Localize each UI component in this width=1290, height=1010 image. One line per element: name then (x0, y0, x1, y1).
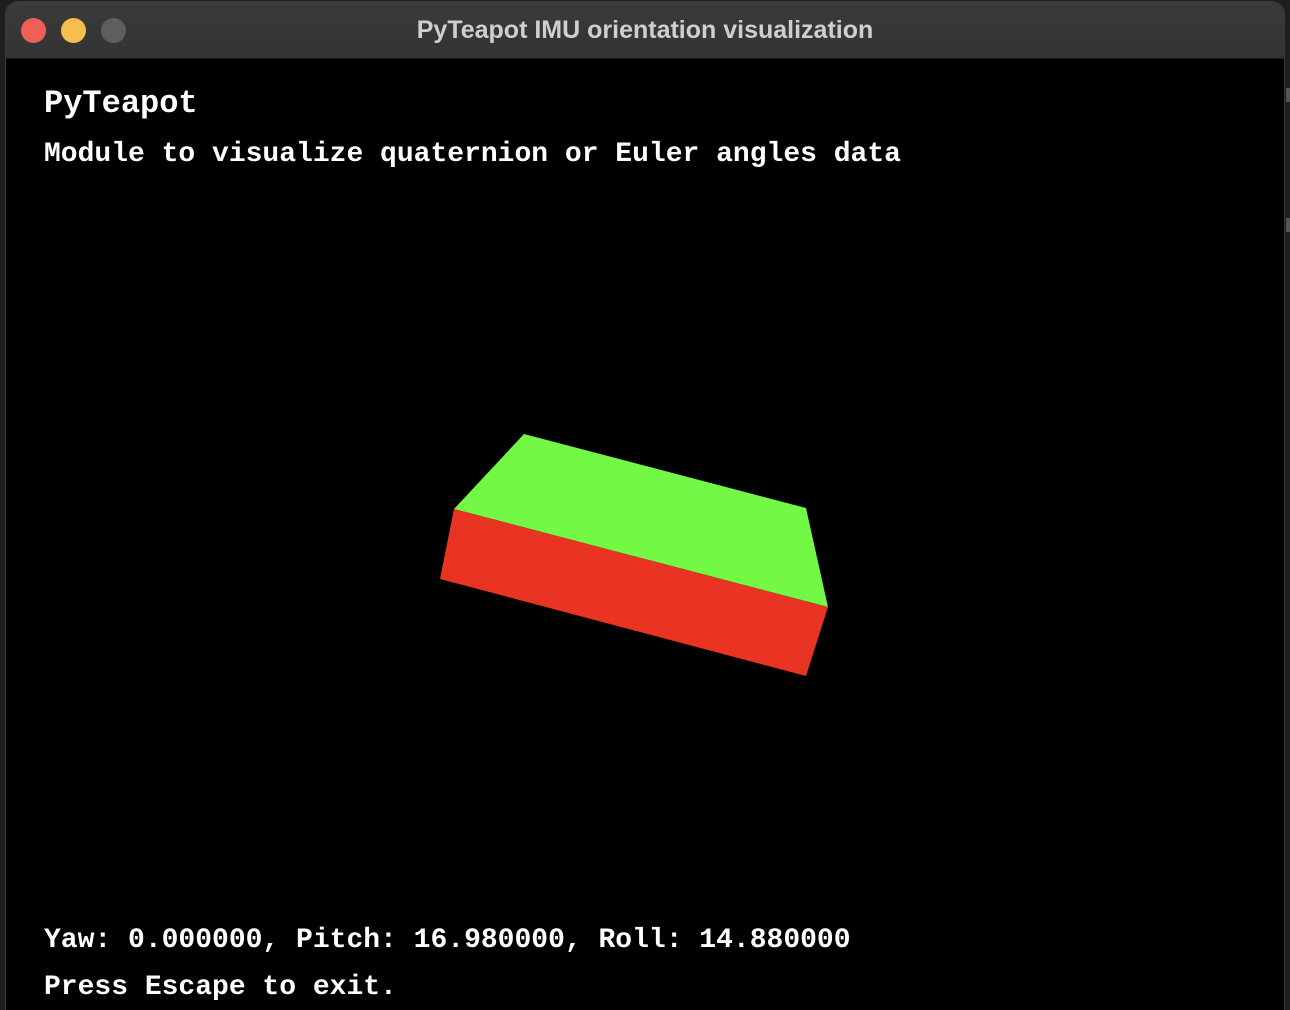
title-bar[interactable]: PyTeapot IMU orientation visualization (6, 2, 1284, 59)
euler-angles-readout: Yaw: 0.000000, Pitch: 16.980000, Roll: 1… (44, 925, 851, 956)
background-window-edge (1286, 218, 1290, 232)
exit-hint: Press Escape to exit. (44, 972, 397, 1003)
orientation-box (440, 434, 828, 676)
background-window-edge (1286, 88, 1290, 102)
desktop: PyTeapot IMU orientation visualization P… (0, 0, 1290, 1010)
window-title: PyTeapot IMU orientation visualization (416, 16, 874, 44)
opengl-canvas[interactable]: PyTeapot Module to visualize quaternion … (6, 59, 1284, 1010)
app-window: PyTeapot IMU orientation visualization P… (6, 2, 1284, 1010)
